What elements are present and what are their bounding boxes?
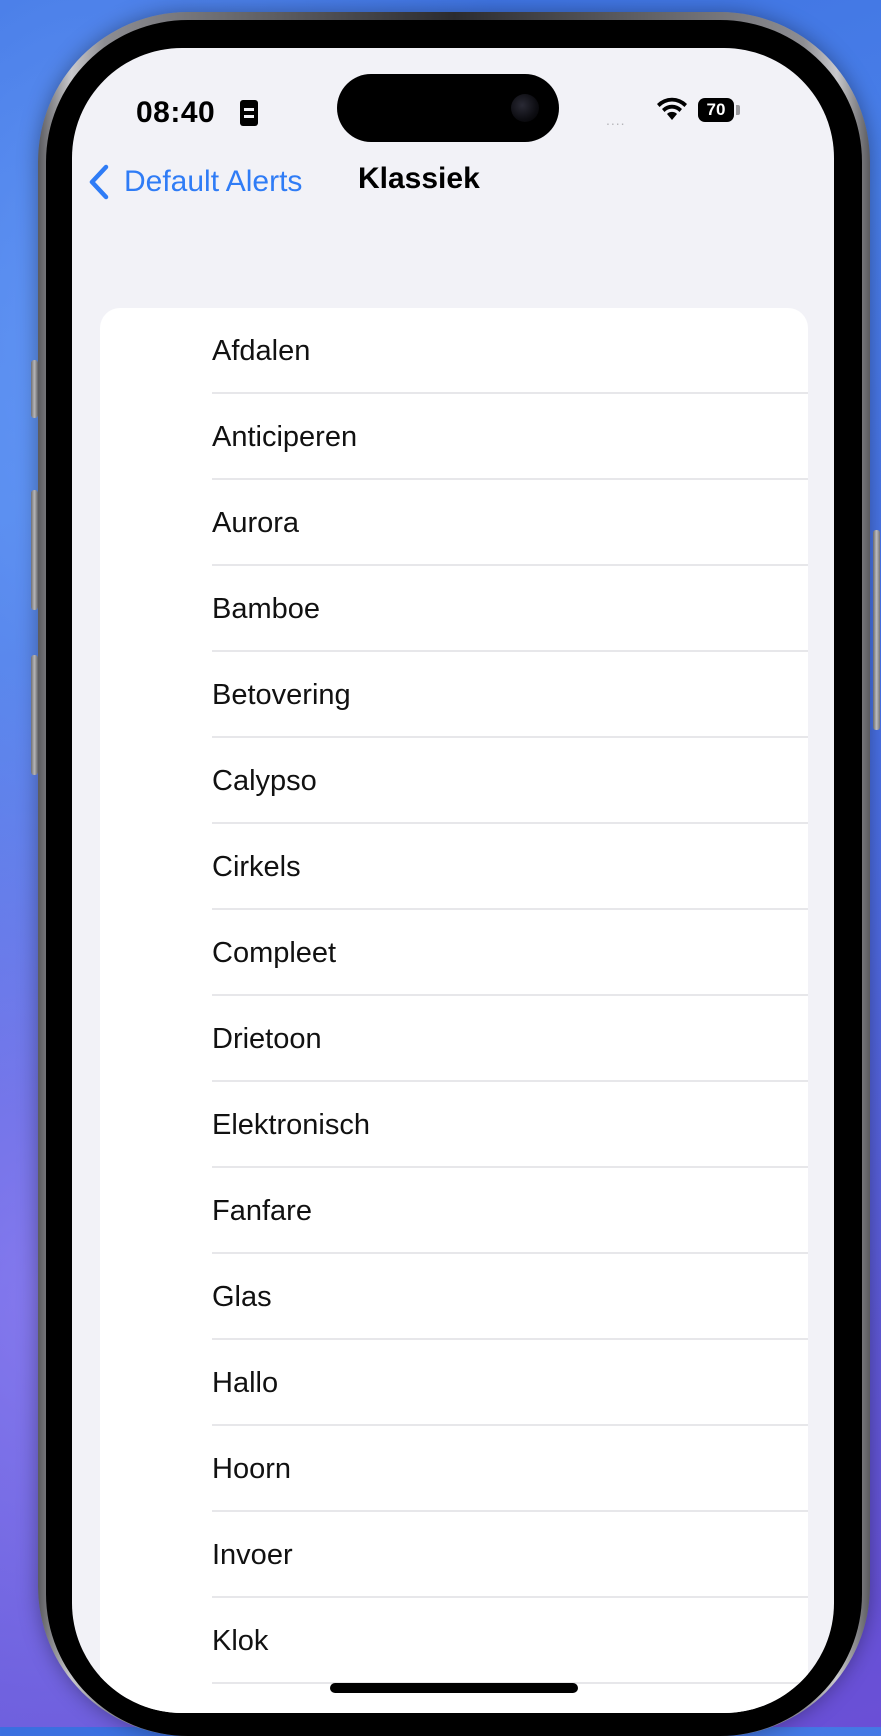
tone-list-item[interactable]: Hoorn [100, 1426, 808, 1512]
tone-label: Betovering [212, 679, 351, 711]
tone-list-item[interactable]: Cirkels [100, 824, 808, 910]
cellular-signal-icon: .... [606, 112, 626, 128]
tone-label: Compleet [212, 937, 337, 969]
tone-list-item[interactable]: Invoer [100, 1512, 808, 1598]
page-title: Klassiek [358, 162, 480, 195]
tone-list-item[interactable]: Bamboe [100, 566, 808, 652]
tone-label: Drietoon [212, 1023, 322, 1055]
tone-label: Aurora [212, 507, 300, 539]
tone-list-item[interactable]: Klok [100, 1598, 808, 1684]
phone-screen: 08:40 .... 70 Default Alerts Klassiek Af… [72, 48, 834, 1713]
chevron-left-icon [89, 164, 109, 200]
tone-list-item[interactable]: Elektronisch [100, 1082, 808, 1168]
power-button [873, 530, 880, 730]
volume-down-button [31, 655, 38, 775]
tone-list-item[interactable]: Calypso [100, 738, 808, 824]
tone-label: Cirkels [212, 851, 301, 883]
dynamic-island [337, 74, 559, 142]
tone-list-item[interactable]: Glas [100, 1254, 808, 1340]
tone-label: Invoer [212, 1539, 293, 1571]
status-time: 08:40 [136, 96, 216, 129]
tone-list-item[interactable]: Aurora [100, 480, 808, 566]
tone-list-item[interactable]: Hallo [100, 1340, 808, 1426]
volume-up-button [31, 490, 38, 610]
back-button[interactable]: Default Alerts [86, 160, 302, 204]
tone-label: Fanfare [212, 1195, 312, 1227]
phone-frame: 08:40 .... 70 Default Alerts Klassiek Af… [38, 12, 870, 1736]
wifi-icon [657, 97, 687, 120]
tone-label: Afdalen [212, 335, 311, 367]
sim-card-icon [240, 100, 258, 126]
tone-list: Afdalen Anticiperen Aurora Bamboe Betovering… [100, 308, 808, 1713]
tone-list-item[interactable]: Anticiperen [100, 394, 808, 480]
back-button-label: Default Alerts [124, 165, 303, 198]
tone-list-item[interactable]: Drietoon [100, 996, 808, 1082]
tone-label: Calypso [212, 765, 317, 797]
tone-list-item[interactable]: Fanfare [100, 1168, 808, 1254]
home-indicator[interactable] [330, 1683, 578, 1693]
tone-label: Anticiperen [212, 421, 358, 453]
tone-label: Glas [212, 1281, 272, 1313]
front-camera-icon [511, 94, 539, 122]
tone-list-item[interactable]: Compleet [100, 910, 808, 996]
tone-label: Bamboe [212, 593, 321, 625]
tone-list-item[interactable]: Betovering [100, 652, 808, 738]
tone-list-item[interactable]: Afdalen [100, 308, 808, 394]
tone-label: Klok [212, 1625, 269, 1657]
tone-label: Hallo [212, 1367, 279, 1399]
battery-tip [736, 105, 740, 115]
action-button [31, 360, 38, 418]
battery-icon: 70 [698, 98, 734, 122]
tone-label: Elektronisch [212, 1109, 370, 1141]
tone-label: Hoorn [212, 1453, 291, 1485]
